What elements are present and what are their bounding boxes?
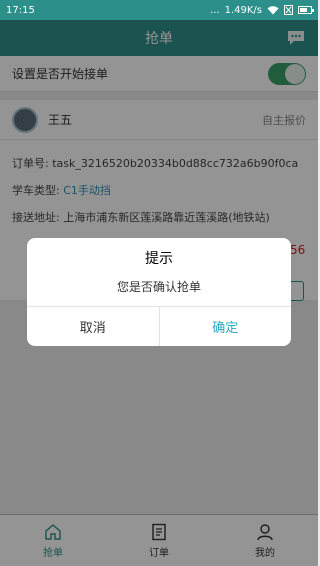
no-sim-icon [284, 5, 293, 15]
status-indicators: ... 1.49K/s [210, 4, 314, 16]
status-bar: 17:15 ... 1.49K/s [0, 0, 318, 20]
battery-level [300, 8, 307, 12]
status-time: 17:15 [6, 4, 35, 16]
network-speed: 1.49K/s [224, 4, 262, 16]
dialog-title: 提示 [145, 251, 173, 267]
confirm-dialog: 提示 您是否确认抢单 取消 确定 [27, 238, 291, 346]
dialog-actions: 取消 确定 [27, 306, 291, 346]
dialog-message: 您是否确认抢单 [116, 279, 201, 294]
cancel-button[interactable]: 取消 [27, 307, 160, 346]
wifi-icon [267, 5, 279, 14]
status-dots: ... [210, 4, 220, 16]
battery-icon [298, 6, 314, 14]
confirm-button[interactable]: 确定 [160, 307, 292, 346]
